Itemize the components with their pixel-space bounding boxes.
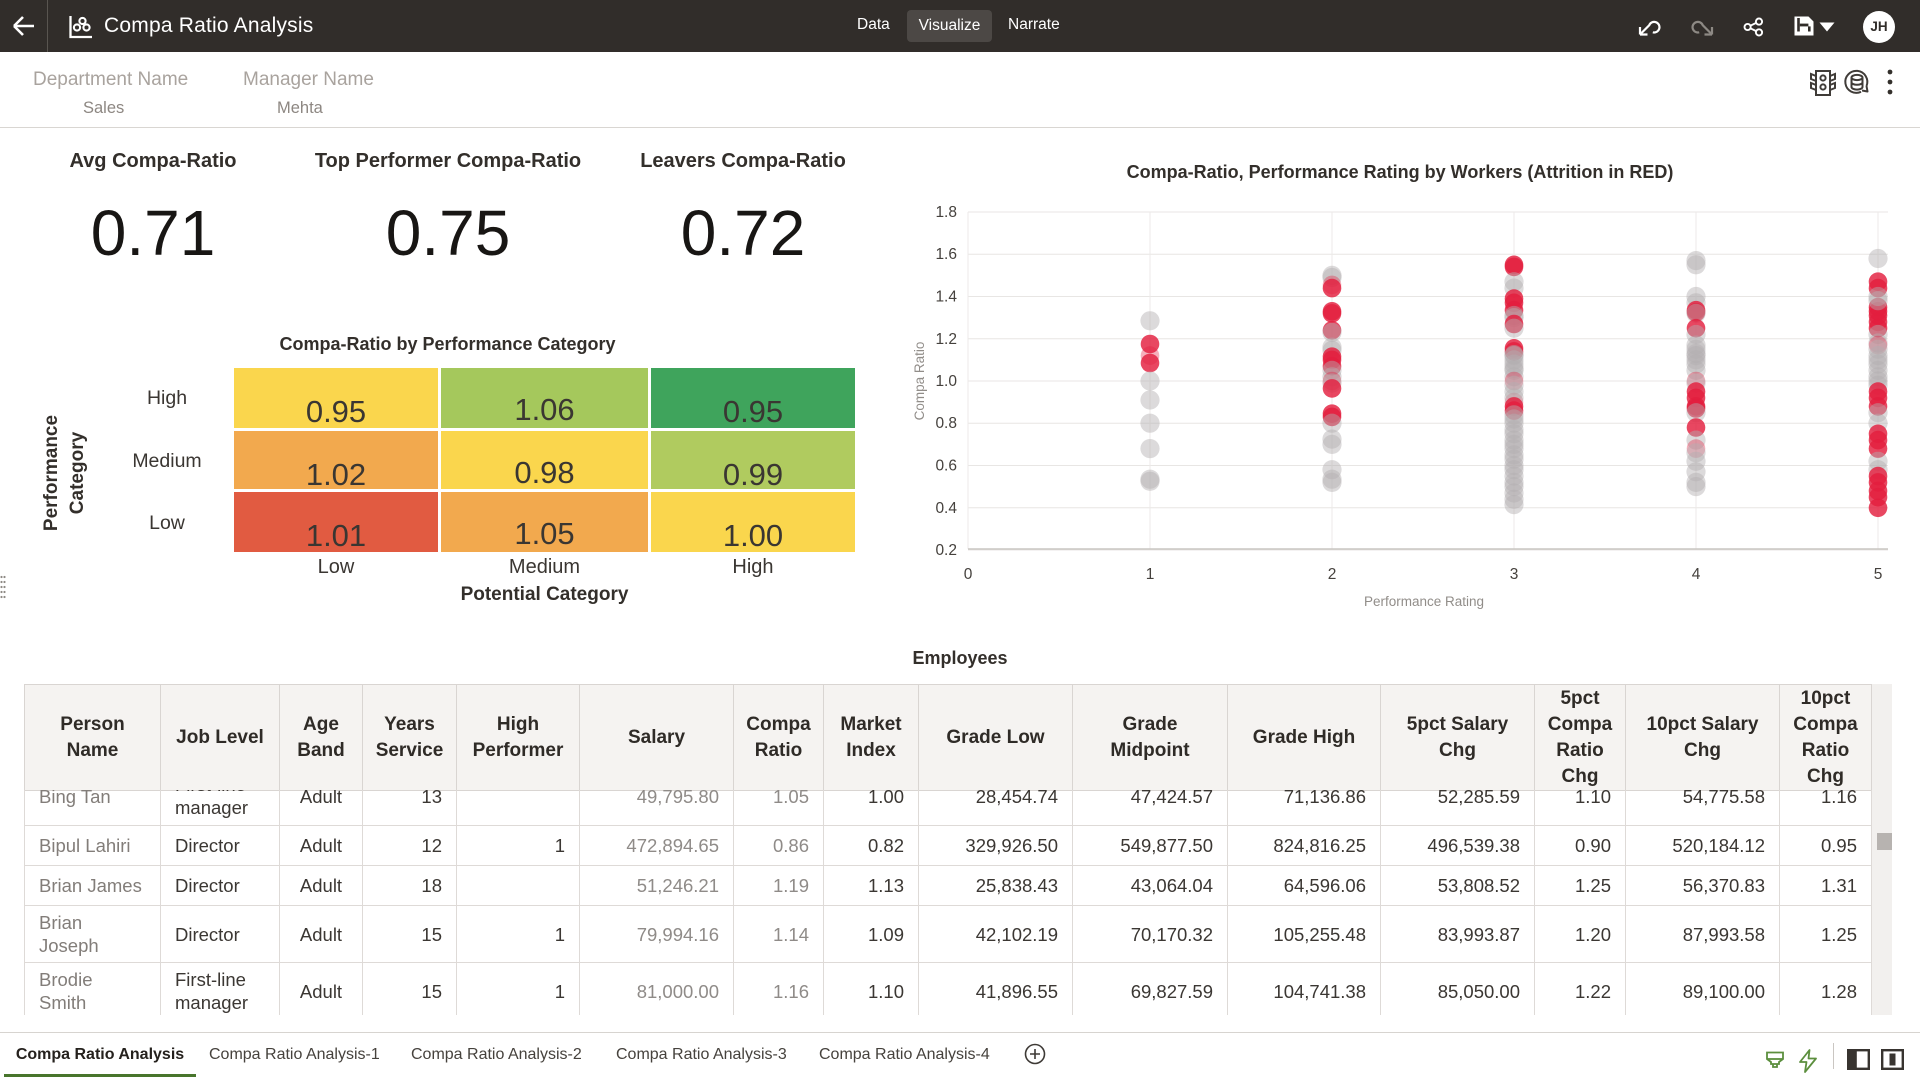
svg-text:1.8: 1.8	[935, 204, 957, 221]
svg-text:0.4: 0.4	[935, 500, 957, 517]
svg-text:4: 4	[1692, 566, 1701, 583]
svg-text:5: 5	[1874, 566, 1883, 583]
svg-text:1.4: 1.4	[935, 289, 957, 306]
svg-text:1.2: 1.2	[935, 331, 957, 348]
svg-text:0: 0	[964, 566, 973, 583]
svg-text:Compa Ratio: Compa Ratio	[912, 342, 927, 421]
svg-text:0.6: 0.6	[935, 458, 957, 475]
svg-text:2: 2	[1328, 566, 1337, 583]
svg-text:Performance Rating: Performance Rating	[1364, 594, 1484, 609]
svg-text:1.0: 1.0	[935, 373, 957, 390]
svg-text:3: 3	[1510, 566, 1519, 583]
svg-text:1.6: 1.6	[935, 246, 957, 263]
svg-text:0.2: 0.2	[935, 542, 957, 559]
svg-text:0.8: 0.8	[935, 415, 957, 432]
svg-text:Compa-Ratio, Performance Ratin: Compa-Ratio, Performance Rating by Worke…	[1127, 162, 1674, 182]
svg-text:1: 1	[1146, 566, 1155, 583]
